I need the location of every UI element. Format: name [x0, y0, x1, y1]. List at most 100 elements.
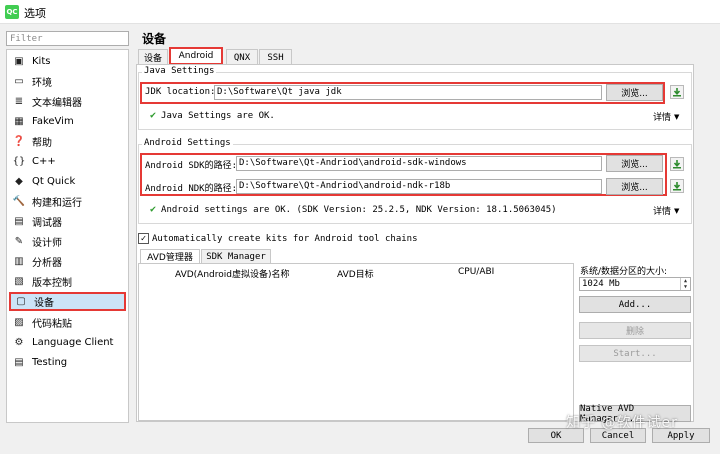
- avd-add-button[interactable]: Add...: [579, 296, 691, 313]
- sdk-path-input[interactable]: D:\Software\Qt-Andriod\android-sdk-windo…: [236, 156, 602, 171]
- sidebar-item-fakevim[interactable]: ▦ FakeVim: [9, 112, 126, 131]
- tab-sdk-manager[interactable]: SDK Manager: [201, 249, 271, 263]
- fakevim-icon: ▦: [14, 116, 24, 127]
- sidebar-item-label: Testing: [32, 357, 68, 368]
- analyzer-icon: ▥: [14, 256, 24, 267]
- spin-arrows-icon[interactable]: ▲ ▼: [680, 278, 690, 290]
- filter-input[interactable]: [6, 31, 129, 46]
- sidebar-item-cpp[interactable]: {} C++: [9, 152, 126, 171]
- ndk-browse-button[interactable]: 浏览...: [606, 178, 663, 195]
- sidebar-item-label: 帮助: [32, 138, 52, 149]
- sdk-download-icon[interactable]: [670, 157, 684, 171]
- column-header-avd-target[interactable]: AVD目标: [337, 267, 374, 280]
- jdk-browse-button[interactable]: 浏览...: [606, 84, 663, 101]
- environment-icon: ▭: [14, 76, 24, 87]
- sidebar-item-label: 代码粘贴: [32, 319, 72, 330]
- tab-avd-manager[interactable]: AVD管理器: [140, 249, 200, 263]
- language-client-icon: ⚙: [14, 337, 24, 348]
- sidebar-item-label: FakeVim: [32, 116, 74, 127]
- auto-create-kits-label: Automatically create kits for Android to…: [152, 233, 418, 244]
- tab-ssh[interactable]: SSH: [259, 49, 292, 65]
- devices-icon: ▢: [16, 296, 26, 307]
- android-settings-title: Android Settings: [142, 138, 233, 148]
- sidebar-item-environment[interactable]: ▭ 环境: [9, 72, 126, 91]
- check-icon: ✔: [150, 204, 157, 215]
- jdk-location-label: JDK location:: [145, 87, 216, 97]
- sidebar-item-qt-quick[interactable]: ◆ Qt Quick: [9, 172, 126, 191]
- sdk-path-label: Android SDK的路径:: [145, 161, 238, 171]
- column-header-cpu-abi[interactable]: CPU/ABI: [458, 267, 494, 277]
- avd-table[interactable]: AVD(Android虚拟设备)名称 AVD目标 CPU/ABI: [138, 263, 574, 421]
- jdk-download-icon[interactable]: [670, 85, 684, 99]
- sidebar-item-build-run[interactable]: 🔨 构建和运行: [9, 192, 126, 211]
- sidebar-item-testing[interactable]: ▤ Testing: [9, 353, 126, 372]
- sidebar-item-label: 版本控制: [32, 278, 72, 289]
- designer-icon: ✎: [14, 236, 24, 247]
- sidebar-item-devices[interactable]: ▢ 设备: [9, 292, 126, 311]
- ndk-download-icon[interactable]: [670, 179, 684, 193]
- testing-icon: ▤: [14, 357, 24, 368]
- sidebar-item-analyzer[interactable]: ▥ 分析器: [9, 252, 126, 271]
- sidebar: ▣ Kits ▭ 环境 ≣ 文本编辑器 ▦ FakeVim ❓ 帮助 {} C++ ◆ Qt …: [6, 49, 129, 423]
- sidebar-item-code-paste[interactable]: ▨ 代码粘贴: [9, 313, 126, 332]
- tab-devices[interactable]: 设备: [138, 49, 168, 65]
- qt-logo-icon: QC: [5, 5, 19, 19]
- sidebar-item-label: 设备: [34, 298, 54, 309]
- sidebar-item-debugger[interactable]: ▤ 调试器: [9, 212, 126, 231]
- code-paste-icon: ▨: [14, 317, 24, 328]
- tab-qnx[interactable]: QNX: [226, 49, 258, 65]
- column-header-avd-name[interactable]: AVD(Android虚拟设备)名称: [175, 267, 290, 280]
- sidebar-item-language-client[interactable]: ⚙ Language Client: [9, 333, 126, 352]
- sidebar-item-help[interactable]: ❓ 帮助: [9, 132, 126, 151]
- sidebar-item-label: 构建和运行: [32, 198, 82, 209]
- qt-quick-icon: ◆: [15, 176, 23, 187]
- java-details-label: 详情: [653, 113, 672, 123]
- sdcard-size-label: 系统/数据分区的大小:: [580, 267, 668, 277]
- help-icon: ❓: [12, 136, 26, 147]
- jdk-location-input[interactable]: D:\Software\Qt java jdk: [214, 85, 602, 100]
- java-status-text: Java Settings are OK.: [161, 110, 275, 121]
- sidebar-item-kits[interactable]: ▣ Kits: [9, 52, 126, 71]
- ndk-path-label: Android NDK的路径:: [145, 184, 238, 194]
- ndk-path-input[interactable]: D:\Software\Qt-Andriod\android-ndk-r18b: [236, 179, 602, 194]
- avd-remove-button[interactable]: 删除: [579, 322, 691, 339]
- build-run-icon: 🔨: [12, 196, 26, 207]
- android-status: ✔ Android settings are OK. (SDK Version: …: [150, 204, 557, 215]
- caret-down-icon: ▼: [674, 112, 680, 121]
- sidebar-item-label: 分析器: [32, 258, 62, 269]
- sidebar-item-label: 文本编辑器: [32, 98, 82, 109]
- sidebar-item-designer[interactable]: ✎ 设计师: [9, 232, 126, 251]
- sidebar-item-version-control[interactable]: ▧ 版本控制: [9, 272, 126, 291]
- caret-down-icon: ▼: [674, 206, 680, 215]
- debugger-icon: ▤: [14, 216, 24, 227]
- android-details-label: 详情: [653, 207, 672, 217]
- java-settings-title: Java Settings: [142, 66, 217, 76]
- sdk-browse-button[interactable]: 浏览...: [606, 155, 663, 172]
- sidebar-item-label: C++: [32, 156, 56, 167]
- sidebar-item-label: Kits: [32, 56, 51, 67]
- sdcard-size-spinbox[interactable]: 1024 Mb ▲ ▼: [579, 277, 691, 291]
- java-details-toggle[interactable]: 详情 ▼: [653, 110, 680, 124]
- sidebar-item-text-editor[interactable]: ≣ 文本编辑器: [9, 92, 126, 111]
- version-control-icon: ▧: [14, 276, 24, 287]
- java-status: ✔ Java Settings are OK.: [150, 110, 275, 121]
- text-editor-icon: ≣: [14, 96, 24, 107]
- sidebar-item-label: 设计师: [32, 238, 62, 249]
- cpp-icon: {}: [12, 156, 26, 167]
- android-status-text: Android settings are OK. (SDK Version: 2…: [161, 204, 557, 215]
- sidebar-item-label: Language Client: [32, 337, 114, 348]
- sidebar-item-label: Qt Quick: [32, 176, 76, 187]
- sdcard-size-value: 1024 Mb: [582, 279, 620, 289]
- window-title: 选项: [24, 7, 46, 20]
- check-icon: ✔: [150, 110, 157, 121]
- tab-android[interactable]: Android: [169, 47, 223, 65]
- title-bar: QC 选项: [0, 0, 720, 24]
- avd-start-button[interactable]: Start...: [579, 345, 691, 362]
- page-title: 设备: [142, 32, 167, 46]
- watermark: 知乎 @软件试er: [566, 415, 678, 431]
- sidebar-item-label: 环境: [32, 78, 52, 89]
- sidebar-item-label: 调试器: [32, 218, 62, 229]
- checkbox-checked-icon: ✓: [138, 233, 149, 244]
- android-details-toggle[interactable]: 详情 ▼: [653, 204, 680, 218]
- auto-create-kits-checkbox[interactable]: ✓ Automatically create kits for Android …: [138, 233, 418, 244]
